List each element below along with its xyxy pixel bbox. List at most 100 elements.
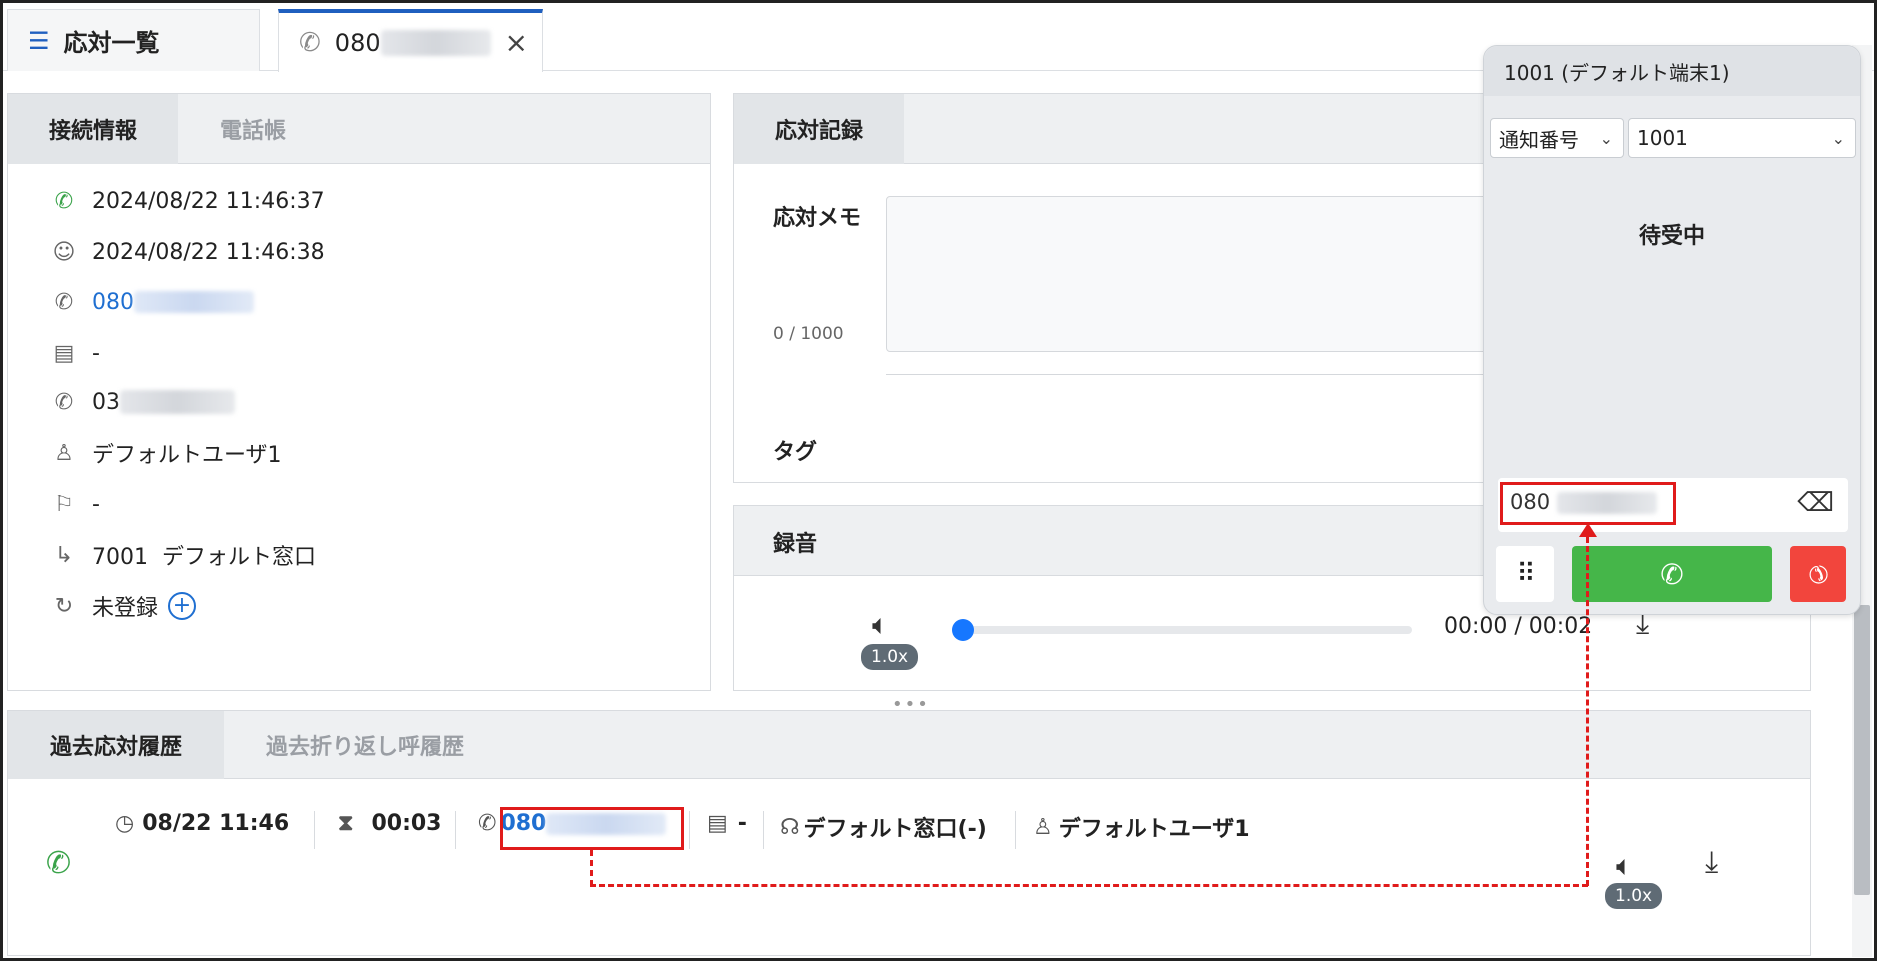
route-icon: ↳ bbox=[54, 542, 74, 568]
callback-value: 未登録 bbox=[92, 596, 159, 621]
annotation-line bbox=[590, 850, 593, 886]
redacted-number bbox=[380, 29, 491, 56]
tab-past-history[interactable]: 過去応対履歴 bbox=[8, 711, 224, 779]
playback-slider-knob[interactable] bbox=[952, 619, 974, 641]
tab-call-list-label: 応対一覧 bbox=[63, 29, 160, 57]
chevron-down-icon: ⌄ bbox=[1599, 128, 1613, 148]
tab-callback-history[interactable]: 過去折り返し呼履歴 bbox=[240, 711, 490, 779]
chevron-down-icon: ⌄ bbox=[1831, 128, 1845, 148]
redacted-number bbox=[120, 390, 235, 414]
route-value: 7001 デフォルト窓口 bbox=[92, 545, 316, 570]
phone-ring-icon: ✆ bbox=[54, 389, 74, 415]
line-select[interactable]: 1001 ⌄ bbox=[1628, 118, 1856, 158]
divider bbox=[314, 811, 315, 849]
caller-id-select-value: 通知番号 bbox=[1499, 127, 1579, 152]
download-icon[interactable]: ⤓ bbox=[1705, 845, 1718, 880]
history-panel-header: 過去応対履歴 過去折り返し呼履歴 bbox=[8, 711, 1810, 779]
received-at-value: 2024/08/22 11:46:37 bbox=[92, 188, 325, 214]
tab-connection-info[interactable]: 接続情報 bbox=[8, 94, 178, 164]
contact-card-icon: ▤ bbox=[53, 340, 75, 366]
tab-phonebook-label: 電話帳 bbox=[219, 119, 286, 144]
bookmark-value: - bbox=[92, 491, 100, 517]
info-row-callback: ↻ 未登録 + bbox=[48, 586, 197, 626]
tab-active-call[interactable]: ✆ 080 × bbox=[278, 9, 543, 72]
info-row-contact: ▤ - bbox=[48, 333, 100, 373]
history-queue: ☊ デフォルト窓口(-) bbox=[780, 811, 987, 843]
speaker-icon[interactable]: 🔈︎ bbox=[872, 608, 889, 642]
add-callback-icon[interactable]: + bbox=[168, 592, 197, 620]
agent-icon: ☺ bbox=[52, 239, 76, 265]
line-select-value: 1001 bbox=[1637, 126, 1688, 150]
phone-icon: ✆ bbox=[54, 289, 74, 315]
history-duration: ⧗ 00:03 bbox=[338, 811, 441, 836]
info-row-answered-at: ☺ 2024/08/22 11:46:38 bbox=[48, 232, 325, 272]
history-queue-value: デフォルト窓口(-) bbox=[803, 817, 987, 842]
playback-slider[interactable] bbox=[962, 626, 1412, 634]
annotation-box-history-phone bbox=[500, 807, 684, 850]
contact-value: - bbox=[92, 340, 100, 366]
tab-callback-history-label: 過去折り返し呼履歴 bbox=[265, 735, 464, 760]
dialed-number-value: 03 bbox=[92, 389, 120, 415]
tab-response-record-label: 応対記録 bbox=[774, 119, 863, 144]
history-user-value: デフォルトユーザ1 bbox=[1058, 817, 1250, 842]
history-duration-value: 00:03 bbox=[371, 811, 442, 836]
playback-speed-badge[interactable]: 1.0x bbox=[861, 644, 919, 670]
user-icon: ♙ bbox=[1033, 814, 1053, 840]
call-button[interactable]: ✆ bbox=[1572, 546, 1772, 602]
contact-card-icon: ▤ bbox=[707, 811, 728, 836]
tab-past-history-label: 過去応対履歴 bbox=[49, 735, 182, 760]
annotation-line bbox=[1586, 537, 1589, 886]
hangup-icon: ✆ bbox=[1800, 556, 1836, 592]
history-datetime: ◷ 08/22 11:46 bbox=[115, 811, 289, 836]
connection-panel-header: 接続情報 電話帳 bbox=[8, 94, 710, 164]
annotation-box-dial-input bbox=[1500, 482, 1676, 525]
tag-label: タグ bbox=[773, 440, 818, 465]
tab-active-call-label: 080 bbox=[334, 28, 381, 57]
incoming-call-icon: ✆ bbox=[54, 188, 74, 214]
answered-at-value: 2024/08/22 11:46:38 bbox=[92, 239, 325, 265]
divider bbox=[1015, 811, 1016, 849]
hourglass-icon: ⧗ bbox=[338, 811, 354, 836]
caller-number-link[interactable]: 080 bbox=[92, 290, 134, 315]
divider bbox=[689, 811, 690, 849]
annotation-arrow-icon bbox=[1579, 523, 1597, 537]
playback-time: 00:00 / 00:02 bbox=[1444, 614, 1593, 639]
info-row-received-at: ✆ 2024/08/22 11:46:37 bbox=[48, 181, 325, 221]
phone-icon: ✆ bbox=[1660, 557, 1684, 591]
keypad-button[interactable]: ⠿ bbox=[1496, 546, 1554, 602]
memo-counter: 0 / 1000 bbox=[773, 324, 844, 344]
callback-icon: ↻ bbox=[54, 593, 74, 619]
divider bbox=[763, 811, 764, 849]
memo-label: 応対メモ bbox=[773, 206, 862, 231]
tab-call-list[interactable]: ☰ 応対一覧 bbox=[7, 9, 260, 71]
recording-title: 録音 bbox=[773, 532, 818, 557]
redacted-number bbox=[134, 291, 254, 313]
hangup-button[interactable]: ✆ bbox=[1790, 546, 1846, 602]
scrollbar-thumb[interactable] bbox=[1854, 605, 1870, 895]
tab-phonebook[interactable]: 電話帳 bbox=[178, 94, 328, 164]
history-panel: 過去応対履歴 過去折り返し呼履歴 ✆ ◷ 08/22 11:46 ⧗ 00:03… bbox=[7, 710, 1811, 956]
headset-icon: ☊ bbox=[780, 814, 800, 840]
user-icon: ♙ bbox=[54, 440, 74, 466]
info-row-dialed-number: ✆ 03 bbox=[48, 382, 235, 422]
user-value: デフォルトユーザ1 bbox=[92, 443, 282, 468]
tab-response-record[interactable]: 応対記録 bbox=[734, 94, 904, 164]
playback-speed-badge[interactable]: 1.0x bbox=[1605, 883, 1663, 909]
tab-connection-info-label: 接続情報 bbox=[48, 119, 137, 144]
close-icon[interactable]: × bbox=[505, 26, 528, 59]
history-datetime-value: 08/22 11:46 bbox=[142, 811, 290, 836]
divider bbox=[455, 811, 456, 849]
backspace-icon[interactable]: ⌫ bbox=[1797, 488, 1834, 518]
speaker-icon[interactable]: 🔈︎ bbox=[1616, 849, 1633, 883]
info-row-user: ♙ デフォルトユーザ1 bbox=[48, 433, 282, 473]
connection-info-panel: 接続情報 電話帳 ✆ 2024/08/22 11:46:37 ☺ 2024/08… bbox=[7, 93, 711, 691]
phone-icon: ✆ bbox=[478, 811, 497, 836]
caller-id-select[interactable]: 通知番号 ⌄ bbox=[1490, 118, 1624, 158]
history-user: ♙ デフォルトユーザ1 bbox=[1033, 811, 1250, 843]
info-row-route: ↳ 7001 デフォルト窓口 bbox=[48, 535, 316, 575]
softphone-header: 1001 (デフォルト端末1) bbox=[1484, 46, 1860, 96]
info-row-caller-number: ✆ 080 bbox=[48, 282, 254, 322]
history-contact: ▤ - bbox=[707, 811, 747, 836]
keypad-icon: ⠿ bbox=[1516, 558, 1535, 589]
bookmark-icon: ⚐ bbox=[54, 491, 74, 517]
